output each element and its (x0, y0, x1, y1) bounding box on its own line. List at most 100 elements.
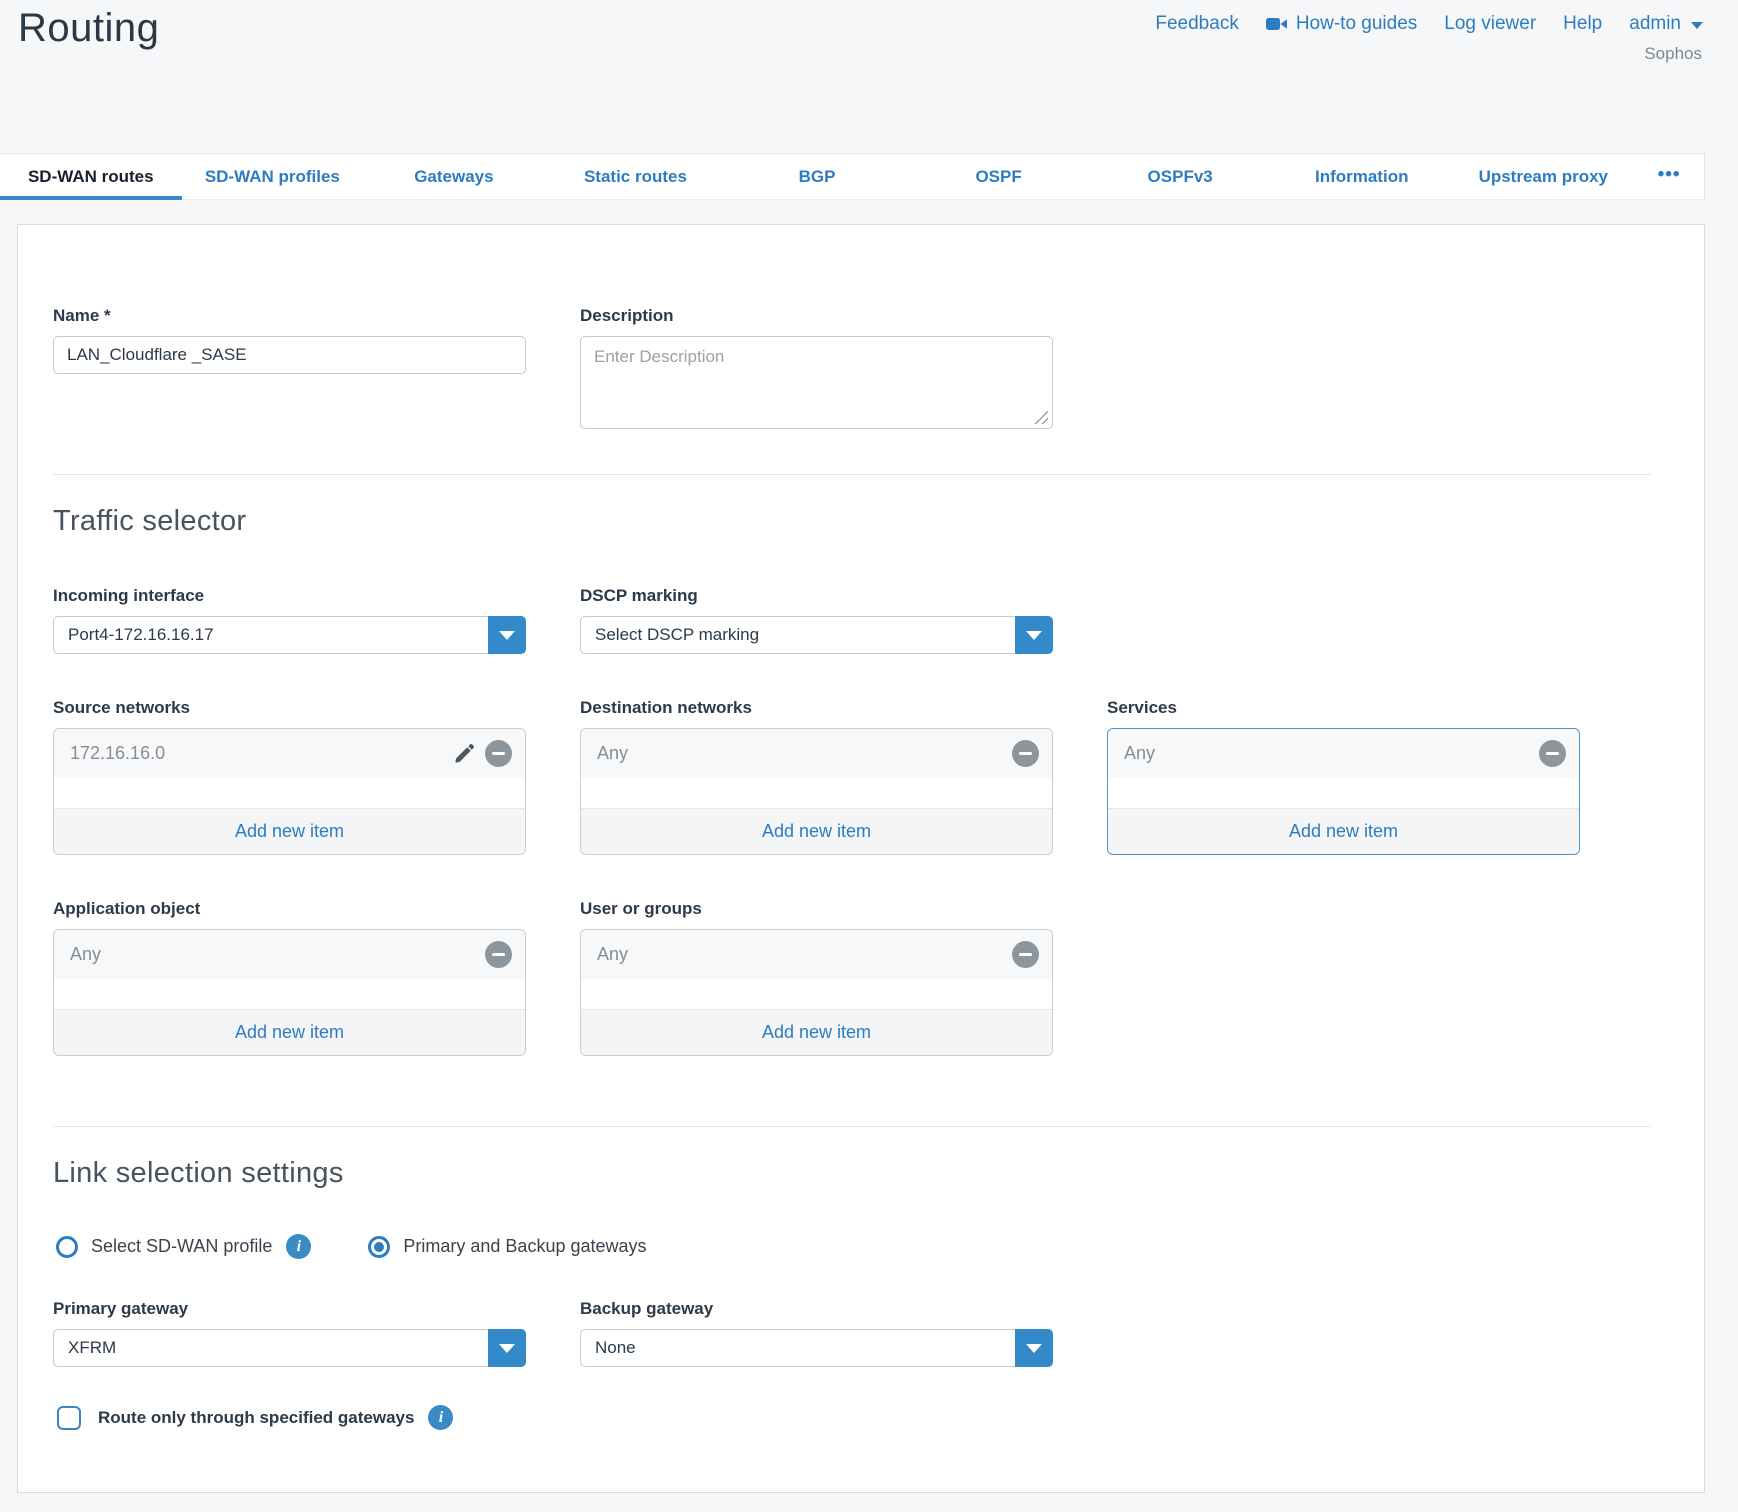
tab-sdwan-profiles[interactable]: SD-WAN profiles (182, 154, 364, 199)
application-object-label: Application object (53, 899, 526, 919)
description-label: Description (580, 306, 1053, 326)
caret-down-icon (1026, 631, 1042, 640)
backup-gateway-label: Backup gateway (580, 1299, 1053, 1319)
tab-bgp-label: BGP (799, 167, 836, 186)
admin-label: admin (1629, 13, 1681, 35)
route-only-checkbox-label: Route only through specified gateways (98, 1408, 414, 1428)
application-users-row: Application object Any Add new item User… (53, 899, 1704, 1056)
link-selection-radio-row: Select SD-WAN profile i Primary and Back… (56, 1234, 1704, 1259)
tab-sdwan-profiles-label: SD-WAN profiles (205, 167, 340, 186)
log-viewer-link[interactable]: Log viewer (1444, 13, 1536, 35)
services-label: Services (1107, 698, 1580, 718)
remove-item-icon[interactable] (485, 941, 512, 968)
gateways-row: Primary gateway XFRM Backup gateway None (53, 1299, 1704, 1367)
name-description-row: Name * Description (53, 306, 1704, 429)
user-or-groups-box-body (581, 979, 1052, 1009)
help-link[interactable]: Help (1563, 13, 1602, 35)
backup-gateway-select[interactable]: None (580, 1329, 1053, 1367)
tab-bgp[interactable]: BGP (726, 154, 908, 199)
help-label: Help (1563, 13, 1602, 35)
tab-upstream-proxy[interactable]: Upstream proxy (1453, 154, 1635, 199)
remove-item-icon[interactable] (1539, 740, 1566, 767)
description-textarea-wrap (580, 336, 1053, 429)
radio-primary-backup-gateways-label: Primary and Backup gateways (403, 1236, 646, 1257)
services-box: Any Add new item (1107, 728, 1580, 855)
brand-label: Sophos (1644, 44, 1702, 64)
name-input[interactable] (53, 336, 526, 374)
remove-item-icon[interactable] (1012, 740, 1039, 767)
remove-item-icon[interactable] (485, 740, 512, 767)
section-divider (53, 474, 1651, 475)
radio-select-sdwan-profile[interactable] (56, 1236, 78, 1258)
dscp-marking-select[interactable]: Select DSCP marking (580, 616, 1053, 654)
destination-networks-label: Destination networks (580, 698, 1053, 718)
destination-networks-box: Any Add new item (580, 728, 1053, 855)
incoming-interface-value: Port4-172.16.16.17 (54, 625, 488, 645)
feedback-link-label: Feedback (1155, 13, 1238, 35)
name-field-group: Name * (53, 306, 526, 374)
tab-ospfv3-label: OSPFv3 (1148, 167, 1213, 186)
application-object-box: Any Add new item (53, 929, 526, 1056)
section-divider (53, 1126, 1651, 1127)
active-tab-indicator (0, 196, 182, 200)
tab-ospf[interactable]: OSPF (908, 154, 1090, 199)
user-or-groups-item: Any (581, 930, 1052, 979)
radio-primary-backup-gateways[interactable] (368, 1236, 390, 1258)
source-networks-box-body (54, 778, 525, 808)
primary-gateway-select[interactable]: XFRM (53, 1329, 526, 1367)
incoming-interface-select[interactable]: Port4-172.16.16.17 (53, 616, 526, 654)
caret-down-icon (499, 631, 515, 640)
application-object-add-button[interactable]: Add new item (54, 1009, 525, 1055)
tab-information[interactable]: Information (1271, 154, 1453, 199)
tab-static-routes[interactable]: Static routes (545, 154, 727, 199)
incoming-interface-group: Incoming interface Port4-172.16.16.17 (53, 586, 526, 654)
howto-guides-label: How-to guides (1296, 13, 1417, 35)
howto-guides-link[interactable]: How-to guides (1266, 13, 1417, 35)
log-viewer-label: Log viewer (1444, 13, 1536, 35)
tab-gateways[interactable]: Gateways (363, 154, 545, 199)
route-only-checkbox[interactable] (57, 1406, 81, 1430)
tab-sdwan-routes[interactable]: SD-WAN routes (0, 154, 182, 199)
admin-menu[interactable]: admin (1629, 13, 1703, 35)
dscp-marking-group: DSCP marking Select DSCP marking (580, 586, 1053, 654)
videocam-icon (1266, 16, 1288, 32)
incoming-interface-dropdown-button[interactable] (488, 616, 526, 654)
application-object-item: Any (54, 930, 525, 979)
destination-networks-group: Destination networks Any Add new item (580, 698, 1053, 855)
services-group: Services Any Add new item (1107, 698, 1580, 855)
radio-gateways-group: Primary and Backup gateways (368, 1236, 646, 1258)
dscp-marking-value: Select DSCP marking (581, 625, 1015, 645)
tab-ospf-label: OSPF (975, 167, 1021, 186)
remove-item-icon[interactable] (1012, 941, 1039, 968)
application-object-group: Application object Any Add new item (53, 899, 526, 1056)
edit-pencil-icon[interactable] (453, 743, 475, 765)
tab-sdwan-routes-label: SD-WAN routes (28, 167, 154, 186)
tab-ospfv3[interactable]: OSPFv3 (1089, 154, 1271, 199)
name-label: Name * (53, 306, 526, 326)
info-icon[interactable]: i (428, 1405, 453, 1430)
info-icon[interactable]: i (286, 1234, 311, 1259)
source-networks-add-button[interactable]: Add new item (54, 808, 525, 854)
application-object-item-value: Any (67, 944, 475, 965)
caret-down-icon (499, 1344, 515, 1353)
feedback-link[interactable]: Feedback (1155, 13, 1238, 35)
sdwan-route-form-panel: Name * Description Traffic selector Inco… (17, 224, 1705, 1493)
dscp-marking-dropdown-button[interactable] (1015, 616, 1053, 654)
description-textarea[interactable] (580, 336, 1053, 429)
page-title: Routing (18, 6, 159, 51)
destination-networks-add-button[interactable]: Add new item (581, 808, 1052, 854)
primary-gateway-dropdown-button[interactable] (488, 1329, 526, 1367)
caret-down-icon (1026, 1344, 1042, 1353)
source-networks-item-value: 172.16.16.0 (67, 743, 443, 764)
routing-page: Routing Feedback How-to guides Log viewe… (0, 0, 1738, 1512)
user-or-groups-label: User or groups (580, 899, 1053, 919)
tab-information-label: Information (1315, 167, 1409, 186)
services-add-button[interactable]: Add new item (1108, 808, 1579, 854)
user-or-groups-add-button[interactable]: Add new item (581, 1009, 1052, 1055)
source-networks-item: 172.16.16.0 (54, 729, 525, 778)
tab-gateways-label: Gateways (414, 167, 493, 186)
backup-gateway-value: None (581, 1338, 1015, 1358)
backup-gateway-dropdown-button[interactable] (1015, 1329, 1053, 1367)
dscp-marking-label: DSCP marking (580, 586, 1053, 606)
tab-overflow-button[interactable]: ••• (1634, 154, 1704, 199)
